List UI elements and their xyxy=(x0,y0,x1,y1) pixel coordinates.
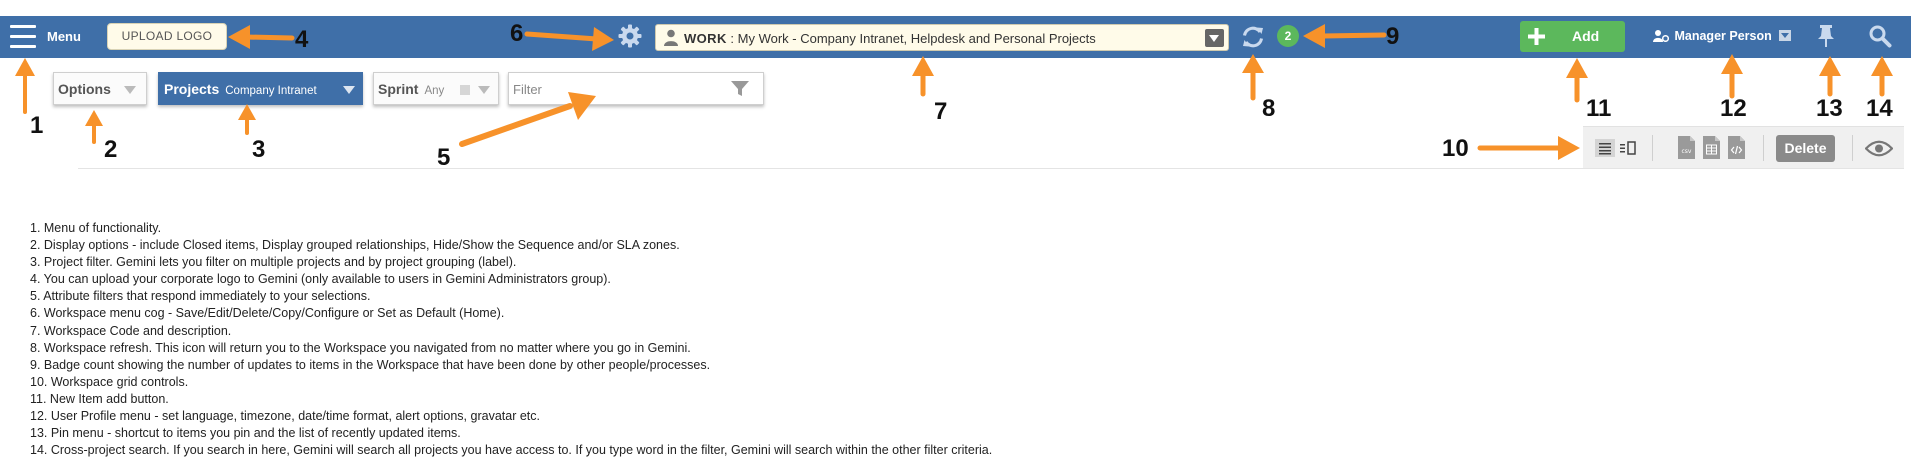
csv-export-icon[interactable]: csv xyxy=(1678,136,1695,159)
callout-10: 10 xyxy=(1442,135,1469,162)
callout-14: 14 xyxy=(1866,95,1893,122)
projects-filter[interactable]: Projects Company Intranet xyxy=(158,72,363,105)
update-badge[interactable]: 2 xyxy=(1277,25,1299,47)
legend-item: 10. Workspace grid controls. xyxy=(30,374,189,389)
eye-icon[interactable] xyxy=(1865,140,1893,157)
hamburger-menu-icon[interactable] xyxy=(10,22,36,52)
legend-item: 2. Display options - include Closed item… xyxy=(30,238,680,253)
legend-item: 6. Workspace menu cog - Save/Edit/Delete… xyxy=(30,306,505,321)
legend-item: 1. Menu of functionality. xyxy=(30,221,162,235)
legend-item: 5. Attribute filters that respond immedi… xyxy=(30,289,371,304)
xml-export-icon[interactable] xyxy=(1728,136,1745,159)
callout-2: 2 xyxy=(104,136,118,163)
csv-label: csv xyxy=(1682,148,1692,155)
callout-11: 11 xyxy=(1586,95,1612,122)
callout-9: 9 xyxy=(1386,23,1400,50)
funnel-icon[interactable] xyxy=(731,81,749,97)
projects-filter-label: Projects Company Intranet xyxy=(164,81,317,97)
pin-icon[interactable] xyxy=(1815,24,1837,48)
clear-icon[interactable] xyxy=(460,85,470,95)
workspace-code: WORK xyxy=(684,31,727,46)
legend-item: 14. Cross-project search. If you search … xyxy=(30,443,993,458)
workspace-selector[interactable]: WORK : My Work - Company Intranet, Helpd… xyxy=(655,24,1229,51)
legend-item: 4. You can upload your corporate logo to… xyxy=(30,272,611,287)
callout-5: 5 xyxy=(437,144,451,171)
card-view-icon[interactable] xyxy=(1617,139,1637,157)
legend-item: 3. Project filter. Gemini lets you filte… xyxy=(30,255,517,270)
chevron-down-icon xyxy=(478,86,490,94)
user-profile-menu[interactable]: Manager Person xyxy=(1653,29,1792,43)
grid-header-line xyxy=(78,168,1904,169)
legend-item: 9. Badge count showing the number of upd… xyxy=(30,357,711,372)
sprint-filter[interactable]: Sprint Any xyxy=(373,72,499,105)
callout-3: 3 xyxy=(252,136,266,163)
legend-list: 1. Menu of functionality. 2. Display opt… xyxy=(30,220,992,459)
user-gear-icon xyxy=(1653,30,1669,42)
menu-label[interactable]: Menu xyxy=(47,29,81,44)
options-label: Options xyxy=(58,81,111,97)
excel-export-icon[interactable] xyxy=(1703,136,1720,159)
callout-6: 6 xyxy=(510,20,524,47)
chevron-down-icon[interactable] xyxy=(1205,29,1224,47)
sprint-value: Any xyxy=(424,85,445,97)
callout-7: 7 xyxy=(934,98,948,125)
workspace-separator: : xyxy=(730,31,735,46)
legend-item: 8. Workspace refresh. This icon will ret… xyxy=(30,340,691,355)
projects-label: Projects xyxy=(164,81,220,97)
divider xyxy=(1652,135,1653,161)
filter-placeholder: Filter xyxy=(513,82,542,97)
add-item-label: Add xyxy=(1572,28,1600,44)
divider xyxy=(1852,135,1853,161)
user-icon xyxy=(664,29,678,46)
chevron-down-icon xyxy=(343,86,355,94)
sprint-label: Sprint xyxy=(378,81,419,97)
legend-item: 7. Workspace Code and description. xyxy=(30,323,232,338)
options-filter[interactable]: Options xyxy=(53,72,147,105)
callout-8: 8 xyxy=(1262,95,1276,122)
refresh-icon[interactable] xyxy=(1240,24,1266,50)
plus-icon xyxy=(1528,28,1545,45)
callout-13: 13 xyxy=(1816,95,1843,122)
workspace-label: WORK : My Work - Company Intranet, Helpd… xyxy=(684,31,1096,46)
delete-button[interactable]: Delete xyxy=(1776,135,1835,162)
chevron-down-icon xyxy=(124,86,136,94)
callout-4: 4 xyxy=(295,26,309,53)
search-icon[interactable] xyxy=(1868,24,1892,48)
projects-value: Company Intranet xyxy=(225,85,317,97)
workspace-grid-controls: csv Delete xyxy=(1583,126,1904,168)
legend-item: 13. Pin menu - shortcut to items you pin… xyxy=(30,426,461,441)
workspace-description: My Work - Company Intranet, Helpdesk and… xyxy=(737,31,1096,46)
upload-logo-button[interactable]: UPLOAD LOGO xyxy=(107,23,227,50)
callout-12: 12 xyxy=(1720,95,1747,122)
sprint-filter-label: Sprint Any xyxy=(378,81,444,97)
list-view-icon[interactable] xyxy=(1595,139,1615,157)
callout-1: 1 xyxy=(30,112,44,139)
chevron-down-icon xyxy=(1779,30,1792,41)
divider xyxy=(1763,135,1764,161)
add-item-button[interactable]: Add xyxy=(1520,21,1625,52)
filter-input[interactable]: Filter xyxy=(508,72,764,105)
user-name: Manager Person xyxy=(1674,29,1772,43)
legend-item: 11. New Item add button. xyxy=(30,391,169,406)
gear-icon[interactable] xyxy=(617,23,643,49)
legend-item: 12. User Profile menu - set language, ti… xyxy=(30,409,540,424)
